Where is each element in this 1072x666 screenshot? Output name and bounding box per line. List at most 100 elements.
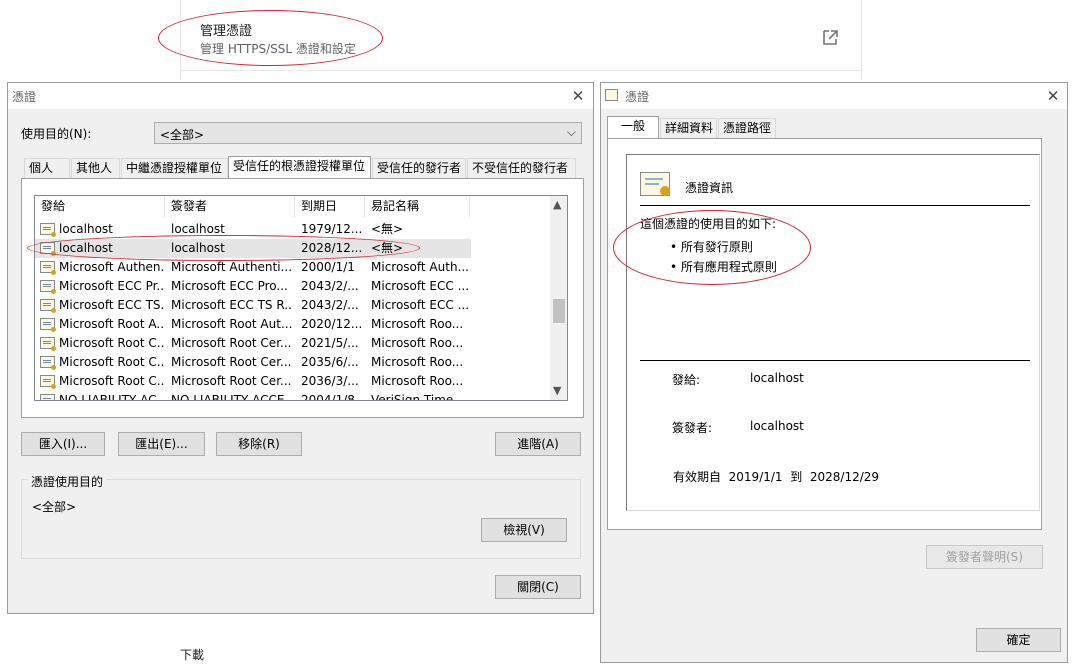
- purpose-heading: 這個憑證的使用目的如下:: [640, 217, 777, 231]
- certificate-icon: [40, 299, 56, 313]
- close-button[interactable]: 關閉(C): [495, 575, 581, 599]
- cell-issued-to: Microsoft ECC TS...: [59, 298, 165, 312]
- table-row[interactable]: Microsoft ECC Pr... Microsoft ECC Pro... 2…: [35, 277, 471, 296]
- cell-issued-by: Microsoft Authenti...: [171, 260, 293, 274]
- certificate-icon: [645, 178, 663, 180]
- certificate-detail-window: 憑證 ✕ 一般 詳細資料 憑證路徑 憑證資訊 這個憑證的使用目的如下: • 所有…: [600, 82, 1068, 663]
- cell-expiration: 2043/2/...: [301, 279, 359, 293]
- certificate-icon: [40, 280, 56, 294]
- import-button[interactable]: 匯入(I)...: [21, 432, 105, 456]
- certificate-icon: [40, 318, 56, 332]
- table-row[interactable]: localhost localhost 1979/12... <無>: [35, 220, 471, 239]
- close-icon[interactable]: ✕: [1043, 86, 1063, 106]
- tab-other-people[interactable]: 其他人: [71, 158, 120, 178]
- window-title: 憑證: [12, 90, 37, 104]
- cell-friendly-name: <無>: [371, 241, 404, 255]
- cell-expiration: 1979/12...: [301, 222, 363, 236]
- tab-details[interactable]: 詳細資料: [660, 118, 717, 138]
- open-in-new-icon[interactable]: [820, 28, 840, 48]
- cell-friendly-name: Microsoft Roo...: [371, 374, 464, 388]
- issued-to-value: localhost: [750, 371, 804, 385]
- purpose-select-value: <全部>: [160, 128, 205, 142]
- cell-expiration: 2000/1/1: [301, 260, 355, 274]
- table-row[interactable]: localhost localhost 2028/12... <無>: [35, 239, 471, 258]
- cell-issued-to: Microsoft Root C...: [59, 355, 165, 369]
- tab-trusted-root-ca[interactable]: 受信任的根憑證授權單位: [228, 156, 371, 178]
- valid-to-value: 2028/12/29: [809, 470, 880, 484]
- remove-button[interactable]: 移除(R): [216, 432, 302, 456]
- cell-issued-to: Microsoft Root C...: [59, 336, 165, 350]
- validity-label: 有效期自: [673, 470, 722, 484]
- cell-issued-by: Microsoft Root Cer...: [171, 355, 292, 369]
- issuer-statement-button[interactable]: 簽發者聲明(S): [926, 545, 1043, 569]
- certificate-manager-window: 憑證 ✕ 使用目的(N): <全部> ⌵ 個人 其他人 中繼憑證授權單位 受信任…: [7, 82, 594, 614]
- tab-strip: 個人 其他人 中繼憑證授權單位 受信任的根憑證授權單位 受信任的發行者 不受信任…: [21, 156, 576, 178]
- scroll-down-icon[interactable]: ▼: [553, 384, 561, 397]
- certificate-icon: [40, 356, 56, 370]
- column-header-issued-to[interactable]: 發給: [35, 196, 165, 217]
- certificate-icon: [40, 242, 56, 256]
- table-row[interactable]: Microsoft Root A... Microsoft Root Aut...…: [35, 315, 471, 334]
- cell-issued-to: NO LIABILITY AC...: [59, 393, 165, 401]
- tab-general[interactable]: 一般: [607, 116, 659, 138]
- title-bar: 憑證 ✕: [601, 83, 1067, 109]
- certificate-info-title: 憑證資訊: [685, 181, 734, 195]
- manage-certificates-title[interactable]: 管理憑證: [200, 20, 252, 39]
- scroll-up-icon[interactable]: ▲: [553, 198, 561, 211]
- purpose-select[interactable]: <全部> ⌵: [154, 122, 582, 144]
- certificate-info-panel: 憑證資訊 這個憑證的使用目的如下: • 所有發行原則 • 所有應用程式原則 發給…: [626, 154, 1040, 511]
- cell-issued-to: localhost: [59, 241, 113, 255]
- cell-issued-by: Microsoft Root Aut...: [171, 317, 293, 331]
- cell-expiration: 2020/12...: [301, 317, 363, 331]
- issued-by-value: localhost: [750, 419, 804, 433]
- valid-from-value: 2019/1/1: [728, 470, 783, 484]
- table-row[interactable]: Microsoft Root C... Microsoft Root Cer...…: [35, 353, 471, 372]
- table-row[interactable]: Microsoft Root C... Microsoft Root Cer...…: [35, 334, 471, 353]
- tab-page: 發給 簽發者 到期日 易記名稱 localhost localhost 1979/1…: [21, 178, 584, 418]
- certificate-list[interactable]: 發給 簽發者 到期日 易記名稱 localhost localhost 1979/1…: [34, 195, 568, 401]
- cell-issued-to: Microsoft ECC Pr...: [59, 279, 165, 293]
- view-button[interactable]: 檢視(V): [481, 518, 567, 542]
- tab-certification-path[interactable]: 憑證路徑: [718, 118, 776, 138]
- cell-issued-to: Microsoft Authen...: [59, 260, 165, 274]
- cell-friendly-name: Microsoft Roo...: [371, 336, 464, 350]
- table-row[interactable]: NO LIABILITY AC... NO LIABILITY ACCE... 20…: [35, 391, 471, 401]
- cell-expiration: 2021/5/...: [301, 336, 359, 350]
- close-icon[interactable]: ✕: [568, 86, 588, 106]
- download-label: 下載: [180, 648, 205, 662]
- validity-to-label: 到: [790, 470, 803, 484]
- certificate-icon: [640, 172, 670, 196]
- purpose-item-label: 所有應用程式原則: [680, 260, 777, 274]
- cell-issued-to: localhost: [59, 222, 113, 236]
- export-button[interactable]: 匯出(E)...: [118, 432, 205, 456]
- ok-button[interactable]: 確定: [976, 628, 1061, 652]
- tab-intermediate-ca[interactable]: 中繼憑證授權單位: [121, 158, 228, 178]
- table-row[interactable]: Microsoft Root C... Microsoft Root Cer...…: [35, 372, 471, 391]
- scrollbar-thumb[interactable]: [553, 299, 565, 323]
- advanced-button[interactable]: 進階(A): [495, 432, 581, 456]
- tab-untrusted-publishers[interactable]: 不受信任的發行者: [467, 158, 576, 178]
- issued-by-label: 簽發者:: [672, 421, 713, 435]
- column-header-friendly-name[interactable]: 易記名稱: [365, 196, 470, 217]
- column-header-issued-by[interactable]: 簽發者: [165, 196, 295, 217]
- purposes-group-title: 憑證使用目的: [28, 473, 107, 490]
- tab-trusted-publishers[interactable]: 受信任的發行者: [372, 158, 466, 178]
- vertical-scrollbar[interactable]: ▲ ▼: [550, 196, 567, 400]
- cell-issued-by: NO LIABILITY ACCE...: [171, 393, 293, 401]
- purpose-item: • 所有應用程式原則: [670, 260, 777, 274]
- list-rows: localhost localhost 1979/12... <無> localhost…: [35, 220, 550, 401]
- purpose-item: • 所有發行原則: [670, 240, 753, 254]
- cell-expiration: 2028/12...: [301, 241, 363, 255]
- table-row[interactable]: Microsoft ECC TS... Microsoft ECC TS R...…: [35, 296, 471, 315]
- column-header-expiration[interactable]: 到期日: [295, 196, 365, 217]
- cell-issued-by: localhost: [171, 241, 225, 255]
- tab-personal[interactable]: 個人: [24, 158, 70, 178]
- cell-issued-by: Microsoft Root Cer...: [171, 374, 292, 388]
- cell-issued-by: Microsoft ECC Pro...: [171, 279, 288, 293]
- certificate-icon: [40, 261, 56, 275]
- cell-friendly-name: VeriSign Time...: [371, 393, 465, 401]
- certificate-icon: [605, 89, 618, 101]
- table-row[interactable]: Microsoft Authen... Microsoft Authenti...…: [35, 258, 471, 277]
- cell-issued-by: localhost: [171, 222, 225, 236]
- manage-certificates-subtitle[interactable]: 管理 HTTPS/SSL 憑證和設定: [200, 40, 356, 57]
